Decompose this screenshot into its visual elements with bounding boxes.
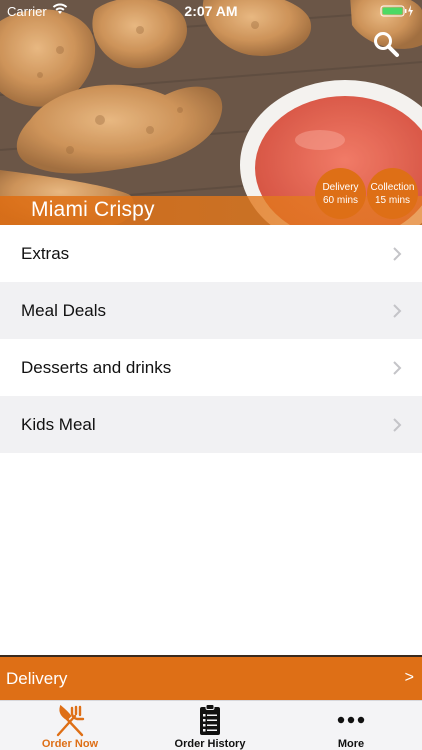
search-icon[interactable] xyxy=(372,30,400,58)
menu-item-kids-meal[interactable]: Kids Meal xyxy=(0,396,422,453)
delivery-arrow-icon: > xyxy=(404,669,414,686)
tab-order-now[interactable]: Order Now xyxy=(0,701,140,750)
clipboard-list-icon xyxy=(200,704,220,735)
tab-label: Order Now xyxy=(41,738,99,750)
menu-item-label: Meal Deals xyxy=(21,300,107,320)
battery-charging-icon xyxy=(380,5,413,17)
menu-item-desserts-and-drinks[interactable]: Desserts and drinks xyxy=(0,339,422,396)
collection-badge-label: Collection xyxy=(370,181,415,193)
tab-more[interactable]: More xyxy=(281,701,421,750)
tab-bar: Order Now Order History More xyxy=(0,700,422,750)
restaurant-name: Miami Crispy xyxy=(31,198,155,221)
chevron-right-icon xyxy=(393,247,402,261)
collection-badge-time: 15 mins xyxy=(374,194,410,206)
delivery-badge-time: 60 mins xyxy=(322,194,358,206)
menu-category-list: Extras Meal Deals Desserts and drinks Ki… xyxy=(0,225,422,453)
menu-item-extras[interactable]: Extras xyxy=(0,225,422,282)
hero-banner: Carrier 2:07 AM Miami Crispy Delivery 60… xyxy=(0,0,422,225)
chevron-right-icon xyxy=(393,304,402,318)
chevron-right-icon xyxy=(393,418,402,432)
menu-item-label: Extras xyxy=(21,243,70,263)
delivery-mode-bar[interactable]: Delivery > xyxy=(0,655,422,700)
status-bar: Carrier 2:07 AM xyxy=(0,0,422,22)
menu-item-label: Desserts and drinks xyxy=(21,357,172,377)
tab-label: Order History xyxy=(174,738,246,750)
menu-item-label: Kids Meal xyxy=(21,414,96,434)
fork-knife-icon xyxy=(56,704,85,737)
tab-order-history[interactable]: Order History xyxy=(140,701,280,750)
tab-label: More xyxy=(337,738,365,750)
clock-time: 2:07 AM xyxy=(184,3,238,19)
more-dots-icon xyxy=(337,716,365,724)
delivery-badge-label: Delivery xyxy=(322,181,359,193)
delivery-time-badge: Delivery 60 mins xyxy=(315,168,366,219)
delivery-mode-label: Delivery xyxy=(6,669,68,688)
collection-time-badge: Collection 15 mins xyxy=(367,168,418,219)
chevron-right-icon xyxy=(393,361,402,375)
menu-item-meal-deals[interactable]: Meal Deals xyxy=(0,282,422,339)
